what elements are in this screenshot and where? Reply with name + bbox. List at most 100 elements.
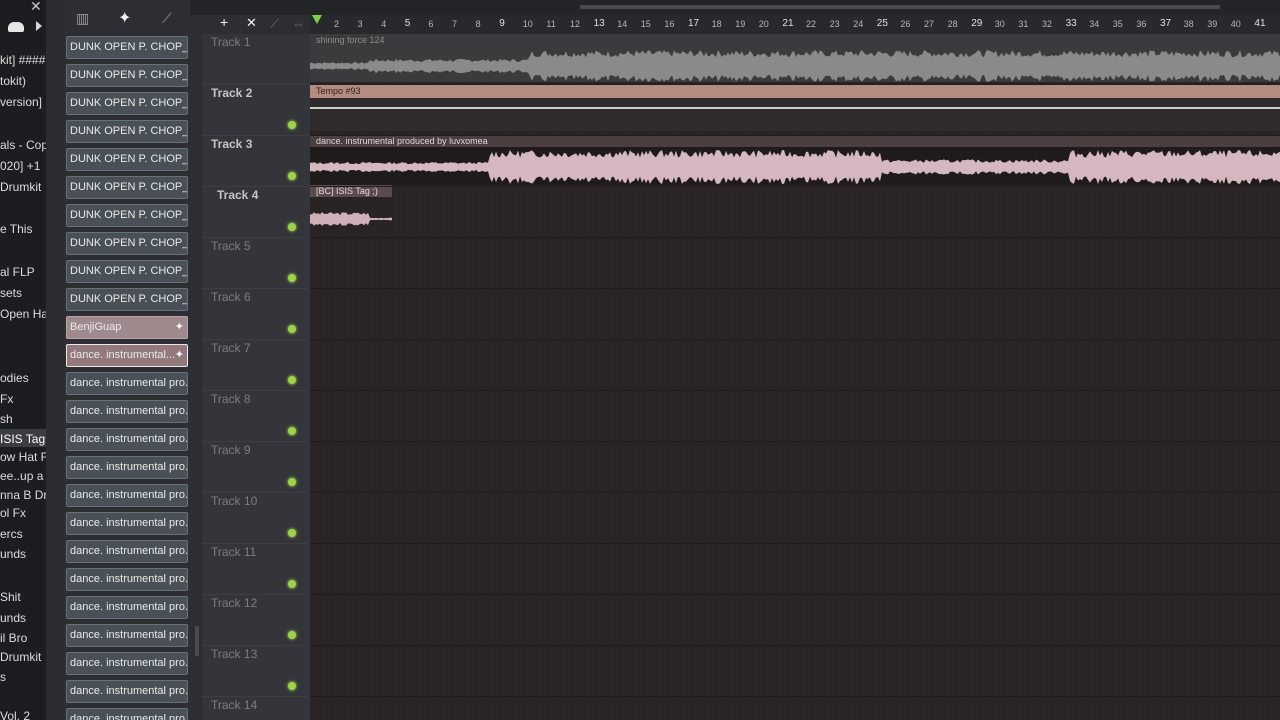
channel-button[interactable]: dance. instrumental pro... (66, 652, 188, 675)
channel-button[interactable]: DUNK OPEN P. CHOP_3_2... (66, 36, 188, 59)
clip-track3[interactable]: dance. instrumental produced by luvxomea (310, 135, 1280, 185)
track-mute-led[interactable] (288, 682, 296, 690)
browser-item[interactable]: Vol. 2 (0, 708, 30, 720)
track-name[interactable]: Track 2 (211, 86, 252, 100)
ruler-bar-number: 15 (640, 19, 651, 29)
browser-item[interactable]: s (0, 669, 6, 685)
browser-item[interactable]: nna B Dro (0, 487, 46, 503)
channel-button[interactable]: dance. instrumental pro... (66, 540, 188, 563)
browser-item[interactable]: sh (0, 411, 13, 427)
browser-item[interactable]: unds (0, 610, 26, 626)
browser-item[interactable]: ISIS Tag ;) (0, 431, 46, 447)
track-mute-led[interactable] (288, 529, 296, 537)
browser-item[interactable]: al FLP (0, 264, 35, 280)
browser-item[interactable]: Drumkit (0, 649, 41, 665)
top-scrollbar[interactable] (190, 0, 1280, 15)
track-name[interactable]: Track 13 (211, 647, 257, 661)
browser-item[interactable]: Fx (0, 391, 13, 407)
track-name[interactable]: Track 14 (211, 698, 257, 712)
browser-item[interactable]: als - Copy (0, 137, 46, 153)
browser-item[interactable]: Drumkit (0, 179, 41, 195)
browser-item[interactable]: Shit (0, 589, 21, 605)
track-mute-led[interactable] (288, 121, 296, 129)
channel-button[interactable]: dance. instrumental pro... (66, 484, 188, 507)
close-icon[interactable]: ✕ (30, 0, 42, 15)
browser-item[interactable]: il Bro (0, 630, 27, 646)
channel-button[interactable]: dance. instrumental pro... (66, 428, 188, 451)
track-mute-led[interactable] (288, 478, 296, 486)
channel-button[interactable]: DUNK OPEN P. CHOP_3_2... (66, 148, 188, 171)
channel-button[interactable]: DUNK OPEN P. CHOP_3_2... (66, 120, 188, 143)
channel-button[interactable]: DUNK OPEN P. CHOP_3_2... (66, 232, 188, 255)
cloud-icon[interactable] (8, 22, 24, 32)
browser-item[interactable]: version] (0, 94, 42, 110)
pencil-icon[interactable]: ⟋ (162, 10, 172, 27)
track-name[interactable]: Track 3 (211, 137, 252, 151)
channel-button[interactable]: dance. instrumental pro... (66, 512, 188, 535)
channel-button[interactable]: dance. instrumental pro... (66, 596, 188, 619)
channel-button[interactable]: DUNK OPEN P. CHOP_3_2... (66, 176, 188, 199)
piano-roll-icon[interactable]: ▥ (76, 10, 89, 27)
browser-item[interactable]: odies (0, 370, 29, 386)
track-mute-led[interactable] (288, 631, 296, 639)
clip-track2[interactable]: Tempo #93 (310, 85, 1280, 131)
browser-item[interactable]: ol Fx (0, 505, 26, 521)
browser-item[interactable]: Open Hats (0, 306, 46, 322)
playlist-grid[interactable]: shining force 124 Tempo #93 dance. instr… (310, 34, 1280, 720)
channel-button[interactable]: DUNK OPEN P. CHOP_3_2... (66, 288, 188, 311)
browser-item[interactable]: ercs (0, 526, 23, 542)
track-mute-led[interactable] (288, 223, 296, 231)
clip-track1[interactable]: shining force 124 (310, 34, 1280, 82)
channel-button[interactable]: dance. instrumental pro... (66, 400, 188, 423)
track-name[interactable]: Track 6 (211, 290, 251, 304)
browser-item[interactable]: ee..up a lil (0, 468, 46, 484)
channel-button[interactable]: dance. instrumental pro... (66, 624, 188, 647)
track-mute-led[interactable] (288, 427, 296, 435)
track-name[interactable]: Track 9 (211, 443, 251, 457)
track-mute-led[interactable] (288, 376, 296, 384)
pencil-small-icon[interactable]: ⟋ (270, 16, 279, 32)
browser-item[interactable]: e This (0, 221, 32, 237)
track-mute-led[interactable] (288, 172, 296, 180)
track-name[interactable]: Track 12 (211, 596, 257, 610)
arrows-icon[interactable]: ⇔ (292, 16, 305, 31)
channel-label: dance. instrumental pro... (70, 489, 188, 501)
browser-item[interactable]: sets (0, 285, 22, 301)
timeline-ruler[interactable]: 2 3 4 5 6 7 8 9 10 11 12 13 14 15 16 17 18 19 20 21 22 23 24 25… (310, 15, 1280, 34)
ruler-bar-number: 39 (1207, 19, 1218, 29)
channel-button[interactable]: DUNK OPEN P. CHOP_3_2... (66, 204, 188, 227)
close-icon[interactable]: ✕ (246, 15, 257, 31)
channel-button[interactable]: DUNK OPEN P. CHOP_3_2... (66, 64, 188, 87)
clip-track4[interactable]: [BC] ISIS Tag ;) (310, 185, 392, 231)
browser-item[interactable]: tokit) (0, 73, 26, 89)
expand-arrow-icon[interactable] (36, 21, 42, 31)
channel-button[interactable]: dance. instrumental... ✦ (66, 344, 188, 367)
playhead-marker[interactable] (312, 15, 322, 24)
track-name[interactable]: Track 10 (211, 494, 257, 508)
track-name[interactable]: Track 4 (217, 188, 258, 202)
browser-item[interactable]: 020] +1 (0, 158, 40, 174)
grid-row-line (310, 543, 1280, 544)
add-icon[interactable]: + (220, 14, 228, 30)
rack-scrollbar[interactable] (192, 0, 202, 720)
track-mute-led[interactable] (288, 580, 296, 588)
track-name[interactable]: Track 8 (211, 392, 251, 406)
channel-button[interactable]: dance. instrumental pro... (66, 680, 188, 703)
channel-button[interactable]: dance. instrumental pro... (66, 372, 188, 395)
browser-item[interactable]: unds (0, 546, 26, 562)
track-mute-led[interactable] (288, 274, 296, 282)
track-mute-led[interactable] (288, 325, 296, 333)
track-name[interactable]: Track 5 (211, 239, 251, 253)
waveform-icon[interactable]: ✦ (118, 8, 131, 28)
channel-button[interactable]: dance. instrumental pro... (66, 456, 188, 479)
channel-button[interactable]: DUNK OPEN P. CHOP_3_2... (66, 92, 188, 115)
channel-button[interactable]: BenjiGuap ✦ (66, 316, 188, 339)
browser-item[interactable]: ow Hat Fx (0, 449, 46, 465)
track-name[interactable]: Track 7 (211, 341, 251, 355)
channel-button[interactable]: dance. instrumental pro... (66, 568, 188, 591)
track-name[interactable]: Track 1 (211, 35, 251, 49)
channel-button[interactable]: DUNK OPEN P. CHOP_3_2... (66, 260, 188, 283)
browser-item[interactable]: kit] #### (0, 52, 45, 68)
track-name[interactable]: Track 11 (211, 545, 256, 559)
channel-button[interactable]: dance. instrumental pro... (66, 708, 188, 720)
